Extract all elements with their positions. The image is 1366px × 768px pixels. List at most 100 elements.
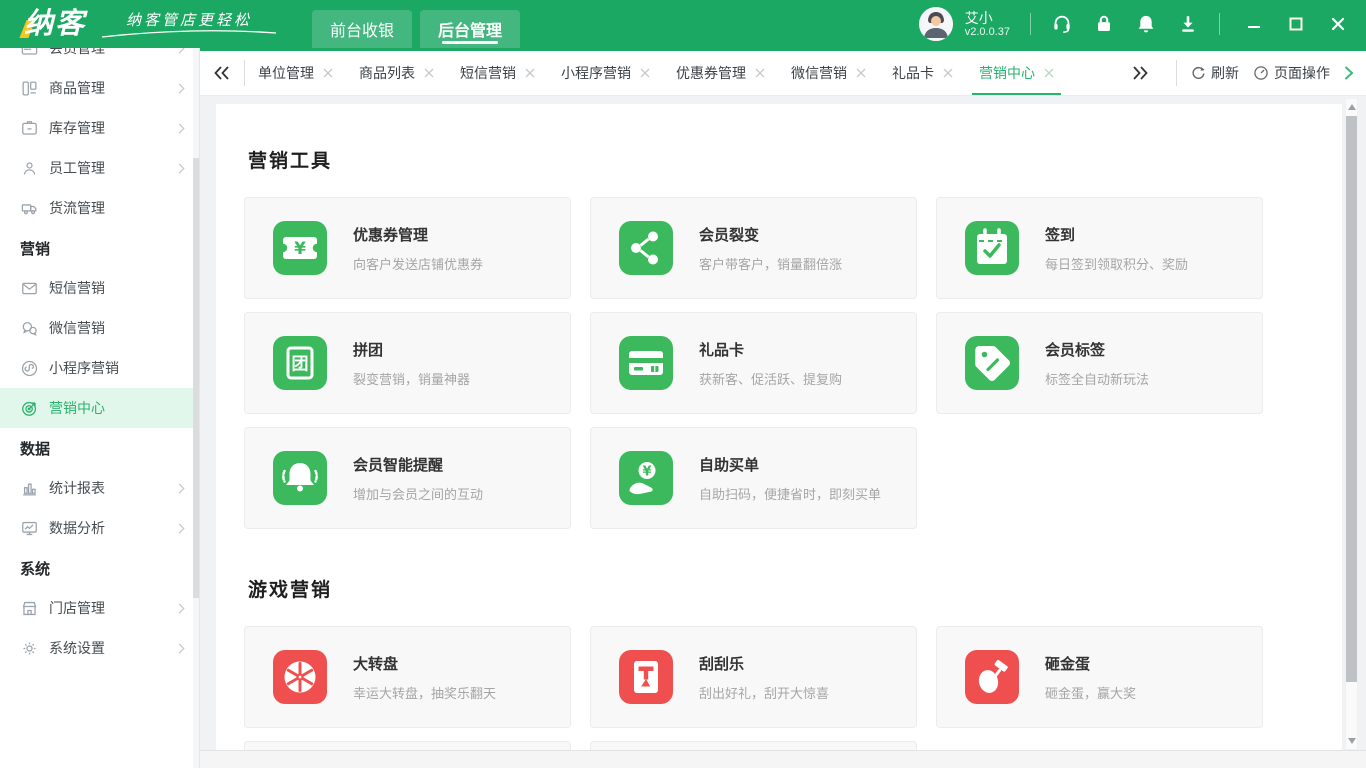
card-golden-egg[interactable]: 砸金蛋 砸金蛋，赢大奖 (936, 626, 1263, 728)
close-tab-icon[interactable] (323, 68, 333, 78)
notification-bell-icon[interactable] (1135, 13, 1157, 35)
card-subtitle: 裂变营销，销量神器 (353, 371, 471, 387)
card-lucky-wheel[interactable]: 大转盘 幸运大转盘，抽奖乐翻天 (244, 626, 571, 728)
tab-miniprogram-marketing[interactable]: 小程序营销 (548, 51, 663, 95)
group-buy-icon: 团 (273, 336, 327, 390)
sidebar-scrollbar[interactable] (193, 48, 199, 768)
close-tab-icon[interactable] (755, 68, 765, 78)
sidebar-item-marketing-center[interactable]: 营销中心 (0, 388, 199, 428)
sidebar-item-sms-marketing[interactable]: 短信营销 (0, 268, 199, 308)
lock-icon[interactable] (1093, 13, 1115, 35)
user-name: 艾小 (964, 9, 993, 26)
nav-front-cashier[interactable]: 前台收银 (312, 10, 413, 48)
card-subtitle: 幸运大转盘，抽奖乐翻天 (353, 685, 497, 701)
main-content: 营销工具 ¥ 优惠券管理 向客户发送店铺优惠券 会员裂变 客户带客户，销量翻倍涨 (200, 96, 1366, 768)
sidebar-item-label: 系统设置 (49, 640, 105, 656)
sidebar-item-wechat-marketing[interactable]: 微信营销 (0, 308, 199, 348)
close-tab-icon[interactable] (1044, 68, 1054, 78)
chevron-right-icon (174, 643, 185, 653)
minimize-button[interactable] (1246, 16, 1262, 32)
refresh-button[interactable]: 刷新 (1191, 63, 1239, 83)
section-label: 系统 (20, 560, 51, 578)
content-scrollbar-thumb[interactable] (1346, 116, 1357, 682)
scroll-down-icon[interactable] (1348, 738, 1356, 744)
sidebar-item-system-settings[interactable]: 系统设置 (0, 628, 199, 668)
game-marketing-grid: 大转盘 幸运大转盘，抽奖乐翻天 刮刮乐 刮出好礼，刮开大惊喜 砸金蛋 砸金蛋，赢… (244, 626, 1342, 728)
nav-backend-management[interactable]: 后台管理 (420, 10, 521, 48)
sidebar-item-label: 统计报表 (49, 480, 105, 496)
sidebar-item-miniprogram-marketing[interactable]: 小程序营销 (0, 348, 199, 388)
user-avatar[interactable] (918, 7, 953, 41)
card-partial[interactable] (244, 741, 571, 750)
sidebar-item-label: 微信营销 (49, 320, 105, 336)
card-group-buy[interactable]: 团 拼团 裂变营销，销量神器 (244, 312, 571, 414)
close-tab-icon[interactable] (943, 68, 953, 78)
tab-label: 微信营销 (791, 65, 847, 81)
tabs-scroll-right-icon[interactable] (1118, 66, 1162, 80)
card-subtitle: 增加与会员之间的互动 (353, 486, 484, 502)
card-text: 拼团 裂变营销，销量神器 (353, 339, 470, 388)
sidebar-item-member-management[interactable]: 会员管理 (0, 48, 199, 68)
scroll-up-icon[interactable] (1348, 104, 1356, 110)
customer-service-icon[interactable] (1051, 13, 1073, 35)
tab-label: 优惠券管理 (676, 65, 746, 81)
card-sign-in[interactable]: 签到 每日签到领取积分、奖励 (936, 197, 1263, 299)
smart-reminder-bell-icon (273, 451, 327, 505)
card-title: 大转盘 (353, 655, 399, 673)
chevron-right-icon (174, 483, 185, 493)
card-gift-card[interactable]: 礼品卡 获新客、促活跃、提复购 (590, 312, 917, 414)
slogan-underline-swoosh (101, 30, 277, 38)
tabbar-actions: 刷新 页面操作 (1118, 51, 1366, 95)
close-tab-icon[interactable] (424, 68, 434, 78)
tab-unit-management[interactable]: 单位管理 (245, 51, 346, 95)
sidebar-item-label: 货流管理 (49, 200, 105, 216)
sidebar-item-staff-management[interactable]: 员工管理 (0, 148, 199, 188)
gift-card-icon (619, 336, 673, 390)
miniprogram-icon (20, 359, 39, 378)
tab-sms-marketing[interactable]: 短信营销 (447, 51, 548, 95)
sidebar-item-logistics-management[interactable]: 货流管理 (0, 188, 199, 228)
logo-text: 纳客 (24, 8, 87, 40)
section-label: 数据 (20, 440, 51, 458)
card-scratch-card[interactable]: 刮刮乐 刮出好礼，刮开大惊喜 (590, 626, 917, 728)
card-member-tag[interactable]: 会员标签 标签全自动新玩法 (936, 312, 1263, 414)
sidebar-item-goods-management[interactable]: 商品管理 (0, 68, 199, 108)
tab-coupon-management[interactable]: 优惠券管理 (663, 51, 778, 95)
chevron-right-icon (174, 163, 185, 173)
sidebar-item-statistics-report[interactable]: 统计报表 (0, 468, 199, 508)
sidebar-item-data-analysis[interactable]: 数据分析 (0, 508, 199, 548)
page-operations-expand-icon[interactable] (1344, 66, 1354, 80)
maximize-button[interactable] (1288, 16, 1304, 32)
golden-egg-icon (965, 650, 1019, 704)
tab-marketing-center[interactable]: 营销中心 (966, 51, 1067, 95)
close-tab-icon[interactable] (856, 68, 866, 78)
tab-product-list[interactable]: 商品列表 (346, 51, 447, 95)
sidebar-item-label: 商品管理 (49, 80, 105, 96)
marketing-target-icon (20, 399, 39, 418)
share-icon (619, 221, 673, 275)
page-operations-button[interactable]: 页面操作 (1253, 63, 1330, 83)
tabs-scroll-left-icon[interactable] (200, 51, 244, 95)
card-member-fission[interactable]: 会员裂变 客户带客户，销量翻倍涨 (590, 197, 917, 299)
close-tab-icon[interactable] (640, 68, 650, 78)
sidebar-scrollbar-thumb[interactable] (193, 158, 199, 598)
card-coupon-management[interactable]: ¥ 优惠券管理 向客户发送店铺优惠券 (244, 197, 571, 299)
sidebar-item-inventory-management[interactable]: 库存管理 (0, 108, 199, 148)
wechat-icon (20, 319, 39, 338)
card-partial[interactable] (590, 741, 917, 750)
card-title: 拼团 (353, 341, 384, 359)
card-text: 会员智能提醒 增加与会员之间的互动 (353, 454, 483, 503)
card-smart-member-reminder[interactable]: 会员智能提醒 增加与会员之间的互动 (244, 427, 571, 529)
card-text: 会员裂变 客户带客户，销量翻倍涨 (699, 224, 842, 273)
tab-gift-card[interactable]: 礼品卡 (879, 51, 966, 95)
close-tab-icon[interactable] (525, 68, 535, 78)
content-scrollbar[interactable] (1345, 98, 1358, 750)
tab-label: 礼品卡 (892, 65, 934, 81)
card-self-checkout[interactable]: ¥ 自助买单 自助扫码，便捷省时，即刻买单 (590, 427, 917, 529)
sidebar-item-store-management[interactable]: 门店管理 (0, 588, 199, 628)
download-icon[interactable] (1177, 13, 1199, 35)
close-button[interactable] (1330, 16, 1346, 32)
tab-wechat-marketing[interactable]: 微信营销 (778, 51, 879, 95)
card-title: 刮刮乐 (699, 655, 745, 673)
tab-label: 短信营销 (460, 65, 516, 81)
